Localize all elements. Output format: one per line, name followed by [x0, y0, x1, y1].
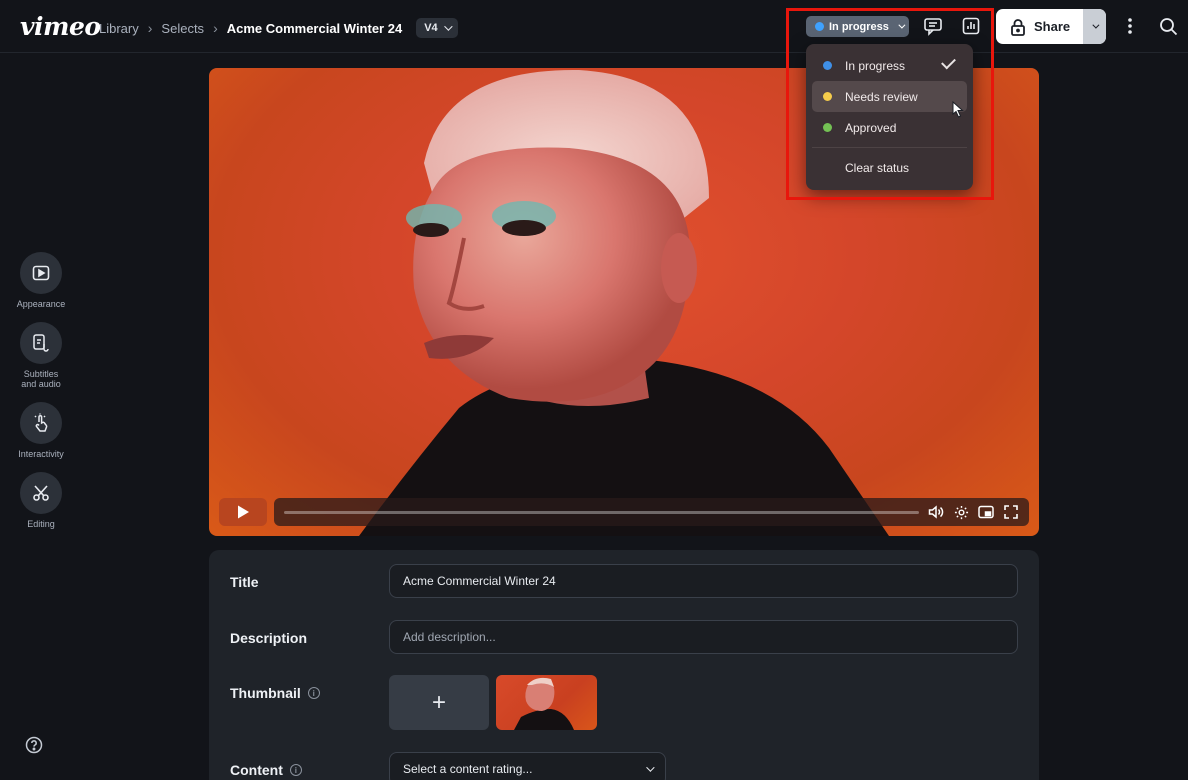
- chevron-down-icon: [646, 763, 655, 772]
- rail-appearance-circle: [20, 252, 62, 294]
- search-button[interactable]: [1157, 15, 1179, 37]
- more-vertical-icon: [1128, 18, 1132, 34]
- rail-subtitles-audio[interactable]: Subtitles and audio: [0, 322, 82, 389]
- rail-label: Subtitles and audio: [21, 369, 61, 389]
- picture-in-picture-icon: [978, 505, 994, 519]
- chevron-right-icon: ›: [147, 20, 153, 36]
- chevron-right-icon: ›: [213, 20, 218, 36]
- thumbnail-label: Thumbnail: [230, 685, 301, 701]
- lock-icon: [1011, 18, 1025, 36]
- rail-interactivity[interactable]: Interactivity: [0, 402, 82, 459]
- content-row-label: Content i: [230, 762, 302, 778]
- rail-label: Editing: [27, 519, 55, 529]
- volume-icon: [928, 505, 944, 519]
- content-label: Content: [230, 762, 283, 778]
- share-options-button[interactable]: [1083, 9, 1106, 44]
- breadcrumb: Library › Selects › Acme Commercial Wint…: [99, 18, 458, 38]
- pip-button[interactable]: [978, 504, 994, 520]
- plus-icon: +: [431, 688, 446, 716]
- volume-button[interactable]: [928, 504, 944, 520]
- details-panel: Title Acme Commercial Winter 24 Descript…: [209, 550, 1039, 780]
- content-rating-placeholder: Select a content rating...: [403, 762, 533, 776]
- thumbnail-row-label: Thumbnail i: [230, 685, 320, 701]
- scissors-icon: [33, 485, 49, 501]
- thumbnail-preview: [514, 677, 574, 730]
- breadcrumb-selects[interactable]: Selects: [161, 21, 204, 36]
- share-button[interactable]: Share: [996, 18, 1083, 36]
- rail-label: Appearance: [16, 299, 66, 309]
- rail-subtitles-circle: [20, 322, 62, 364]
- top-bar: vimeo Library › Selects › Acme Commercia…: [0, 0, 1188, 53]
- description-label: Description: [230, 630, 308, 646]
- add-thumbnail-button[interactable]: +: [389, 675, 489, 730]
- chevron-down-icon: [1092, 21, 1100, 29]
- fullscreen-button[interactable]: [1003, 504, 1019, 520]
- rail-editing-circle: [20, 472, 62, 514]
- settings-button[interactable]: [953, 504, 969, 520]
- version-select[interactable]: V4: [416, 18, 458, 38]
- gear-icon: [954, 505, 968, 519]
- play-button[interactable]: [219, 498, 267, 526]
- content-rating-select[interactable]: Select a content rating...: [389, 752, 666, 780]
- help-button[interactable]: [25, 736, 43, 759]
- seek-bar[interactable]: [284, 510, 919, 514]
- fullscreen-icon: [1004, 505, 1018, 519]
- rail-editing[interactable]: Editing: [0, 472, 82, 529]
- play-square-icon: [32, 265, 50, 281]
- captions-audio-icon: [33, 334, 49, 352]
- chevron-down-icon: [443, 22, 453, 31]
- vimeo-logo[interactable]: vimeo: [20, 12, 101, 41]
- title-label: Title: [230, 574, 259, 590]
- info-icon[interactable]: i: [289, 764, 302, 776]
- play-icon: [238, 505, 249, 519]
- rail-appearance[interactable]: Appearance: [0, 252, 82, 309]
- title-input[interactable]: Acme Commercial Winter 24: [389, 564, 1018, 598]
- breadcrumb-current: Acme Commercial Winter 24: [226, 20, 403, 36]
- description-input[interactable]: Add description...: [389, 620, 1018, 654]
- version-label: V4: [424, 22, 438, 34]
- share-button-group: Share: [996, 9, 1106, 44]
- highlight-box: [786, 8, 994, 200]
- thumbnail-image[interactable]: [496, 675, 597, 730]
- share-label: Share: [1034, 19, 1071, 34]
- rail-label: Interactivity: [18, 449, 64, 459]
- breadcrumb-library[interactable]: Library: [99, 21, 139, 36]
- player-progress-bar: [274, 498, 1029, 526]
- tap-hand-icon: [34, 413, 48, 432]
- rail-interactivity-circle: [20, 402, 62, 444]
- player-controls: [219, 498, 1029, 526]
- help-icon: [25, 736, 43, 754]
- info-icon[interactable]: i: [307, 687, 320, 699]
- more-button[interactable]: [1119, 15, 1141, 37]
- search-icon: [1159, 17, 1177, 35]
